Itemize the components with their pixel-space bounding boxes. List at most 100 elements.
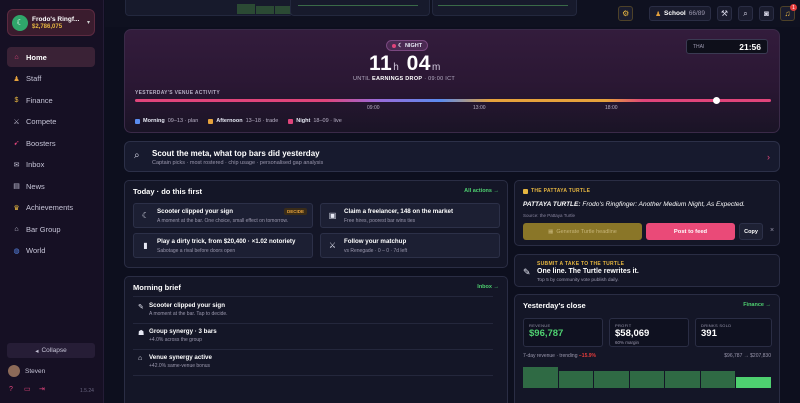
topbar-progress: [298, 5, 418, 6]
sidebar-item-home[interactable]: ⌂ Home: [7, 47, 95, 67]
avatar: [8, 365, 20, 377]
brief-item[interactable]: ☗ Group synergy · 3 bars +4.0% across th…: [133, 325, 493, 347]
brief-item[interactable]: ⌂ Venue synergy active +42.0% same-venue…: [133, 351, 493, 373]
countdown-minutes: 04: [406, 52, 431, 75]
user-menu[interactable]: Steven: [8, 365, 45, 377]
legend-swatch: [288, 118, 294, 124]
brief-title-text: Group synergy · 3 bars: [149, 328, 217, 335]
gear-icon: ⚙: [622, 9, 630, 18]
bar-switcher[interactable]: ☾ Frodo's Ringf... $2,786,075 ▾: [7, 9, 95, 36]
topbar-widget: [290, 0, 430, 16]
trend-range: $96,787 → $207,830: [724, 353, 771, 359]
app-version: 1.5.24: [80, 388, 94, 394]
group-icon: ☗: [138, 330, 145, 337]
action-title: Scooter clipped your sign: [157, 208, 233, 215]
close-title: Yesterday's close: [523, 301, 586, 310]
inbox-link[interactable]: Inbox →: [477, 284, 499, 290]
action-desc: Sabotage a rival before doors open: [157, 248, 236, 254]
action-card[interactable]: ▮ Play a dirty trick, from $20,400 · ×1.…: [133, 233, 313, 258]
sidebar-item-boosters[interactable]: ➹ Boosters: [7, 133, 95, 153]
action-card[interactable]: ⚔ Follow your matchup vs Renegade · 0 – …: [320, 233, 500, 258]
user-name: Steven: [25, 367, 46, 375]
sidebar-item-inbox[interactable]: ✉ Inbox: [7, 155, 95, 175]
sidebar-item-compete[interactable]: ⚔ Compete: [7, 112, 95, 132]
action-desc: vs Renegade · 0 – 0 · 7d left: [344, 248, 408, 254]
post-to-feed-button[interactable]: Post to feed: [646, 223, 735, 240]
close-icon[interactable]: ×: [770, 227, 774, 234]
legend-swatch: [208, 118, 214, 124]
sidebar-item-finance[interactable]: $ Finance: [7, 90, 95, 110]
sidebar-nav: ⌂ Home ♟ Staff $ Finance ⚔ Compete ➹ Boosters ✉ Inb…: [7, 47, 95, 262]
group-icon: ⌂: [14, 225, 19, 233]
sidebar-item-label: Compete: [26, 117, 57, 126]
sidebar-item-label: Finance: [26, 95, 53, 105]
bar-avatar: ☾: [12, 14, 28, 31]
generate-label: Generate Turtle headline: [556, 228, 617, 235]
morning-brief-panel: Morning brief Inbox → ✎ Scooter clipped …: [124, 276, 508, 403]
action-desc: Free hires, poorest bar wins ties: [344, 218, 416, 224]
legend-range: 13–18 · trade: [245, 118, 279, 124]
trend-value: −15.9%: [578, 353, 596, 359]
settings-button[interactable]: ⚙: [618, 6, 634, 21]
brief-item[interactable]: ✎ Scooter clipped your sign A moment at …: [133, 299, 493, 321]
search-icon: ⌕: [743, 8, 748, 18]
brief-title-text: Scooter clipped your sign: [149, 302, 225, 309]
bell-icon: ♫: [784, 9, 791, 18]
search-button[interactable]: ⌕: [738, 6, 753, 21]
help-icon[interactable]: ?: [9, 386, 17, 394]
action-title: Follow your matchup: [344, 238, 407, 245]
notifications-button[interactable]: ♫ 1: [780, 4, 797, 21]
turtle-headline-panel: THE PATTAYA TURTLE PATTAYA TURTLE: Frodo…: [514, 180, 780, 246]
sidebar-item-bar-group[interactable]: ⌂ Bar Group: [7, 219, 95, 239]
stat-value: $58,069: [615, 328, 650, 339]
legend-name: Morning: [143, 118, 165, 124]
chevron-right-icon: ›: [767, 152, 770, 162]
brief-title: Morning brief: [133, 283, 181, 292]
scooter-icon: ✎: [138, 304, 144, 311]
legend-item: Morning 09–13 · plan: [135, 118, 198, 124]
notification-badge: 1: [790, 4, 797, 11]
countdown-hours-unit: h: [393, 62, 400, 73]
timeline-legend: Morning 09–13 · plan Afternoon 13–18 · trad…: [135, 118, 342, 124]
turtle-tag: THE PATTAYA TURTLE: [523, 188, 590, 194]
today-panel: Today · do this first All actions → ☾ Sc…: [124, 180, 508, 268]
submit-take-panel[interactable]: ✎ SUBMIT A TAKE TO THE TURTLE One line. …: [514, 254, 780, 287]
clock-time: 21:56: [739, 41, 761, 52]
sidebar-item-news[interactable]: ▤ News: [7, 176, 95, 196]
scout-title: Scout the meta, what top bars did yester…: [152, 149, 320, 158]
revenue-bar: [594, 371, 629, 388]
sidebar-item-label: Inbox: [26, 160, 45, 169]
sidebar-item-label: Boosters: [26, 138, 56, 148]
sidebar-item-world[interactable]: ◍ World: [7, 241, 95, 261]
topbar: ⚙ ♟ School 66/89 ⚒ ⌕ ◙ ♫ 1: [105, 0, 800, 27]
countdown: 11h 04m: [369, 52, 442, 76]
finance-link[interactable]: Finance →: [743, 302, 771, 308]
sidebar-item-achievements[interactable]: ♛ Achievements: [7, 198, 95, 218]
collapse-button[interactable]: ◂ Collapse: [7, 343, 95, 358]
headline-text: Frodo's Ringfinger: Another Medium Night…: [582, 201, 745, 208]
sidebar-item-label: Bar Group: [26, 224, 61, 234]
chat-icon[interactable]: ▭: [24, 386, 32, 394]
camera-button[interactable]: ◙: [759, 6, 774, 21]
tools-button[interactable]: ⚒: [717, 6, 732, 21]
phase-dot: [392, 43, 396, 48]
bar-name: Frodo's Ringf...: [32, 15, 80, 23]
all-actions-link[interactable]: All actions →: [464, 188, 499, 194]
school-label: School: [664, 10, 686, 17]
action-card[interactable]: ▣ Claim a freelancer, 148 on the market …: [320, 203, 500, 228]
news-icon: ▤: [13, 183, 20, 190]
generate-headline-button[interactable]: ▦ Generate Turtle headline: [523, 223, 642, 240]
divider: [133, 375, 493, 376]
copy-button[interactable]: Copy: [739, 223, 763, 240]
brief-desc: +4.0% across the group: [149, 337, 202, 343]
scout-meta-banner[interactable]: ⌕ Scout the meta, what top bars did yest…: [124, 141, 780, 172]
timeline-now-marker: [713, 97, 721, 104]
trend-text: 7-day revenue · trending: [523, 353, 578, 359]
action-card[interactable]: ☾ Scooter clipped your sign A moment at …: [133, 203, 313, 228]
sidebar-item-label: Achievements: [26, 203, 74, 212]
brief-title-text: Venue synergy active: [149, 354, 212, 361]
sidebar-item-staff[interactable]: ♟ Staff: [7, 69, 95, 89]
logout-icon[interactable]: ⇥: [39, 386, 47, 394]
decide-badge: DECIDE: [283, 208, 307, 215]
school-button[interactable]: ♟ School 66/89: [649, 6, 711, 21]
